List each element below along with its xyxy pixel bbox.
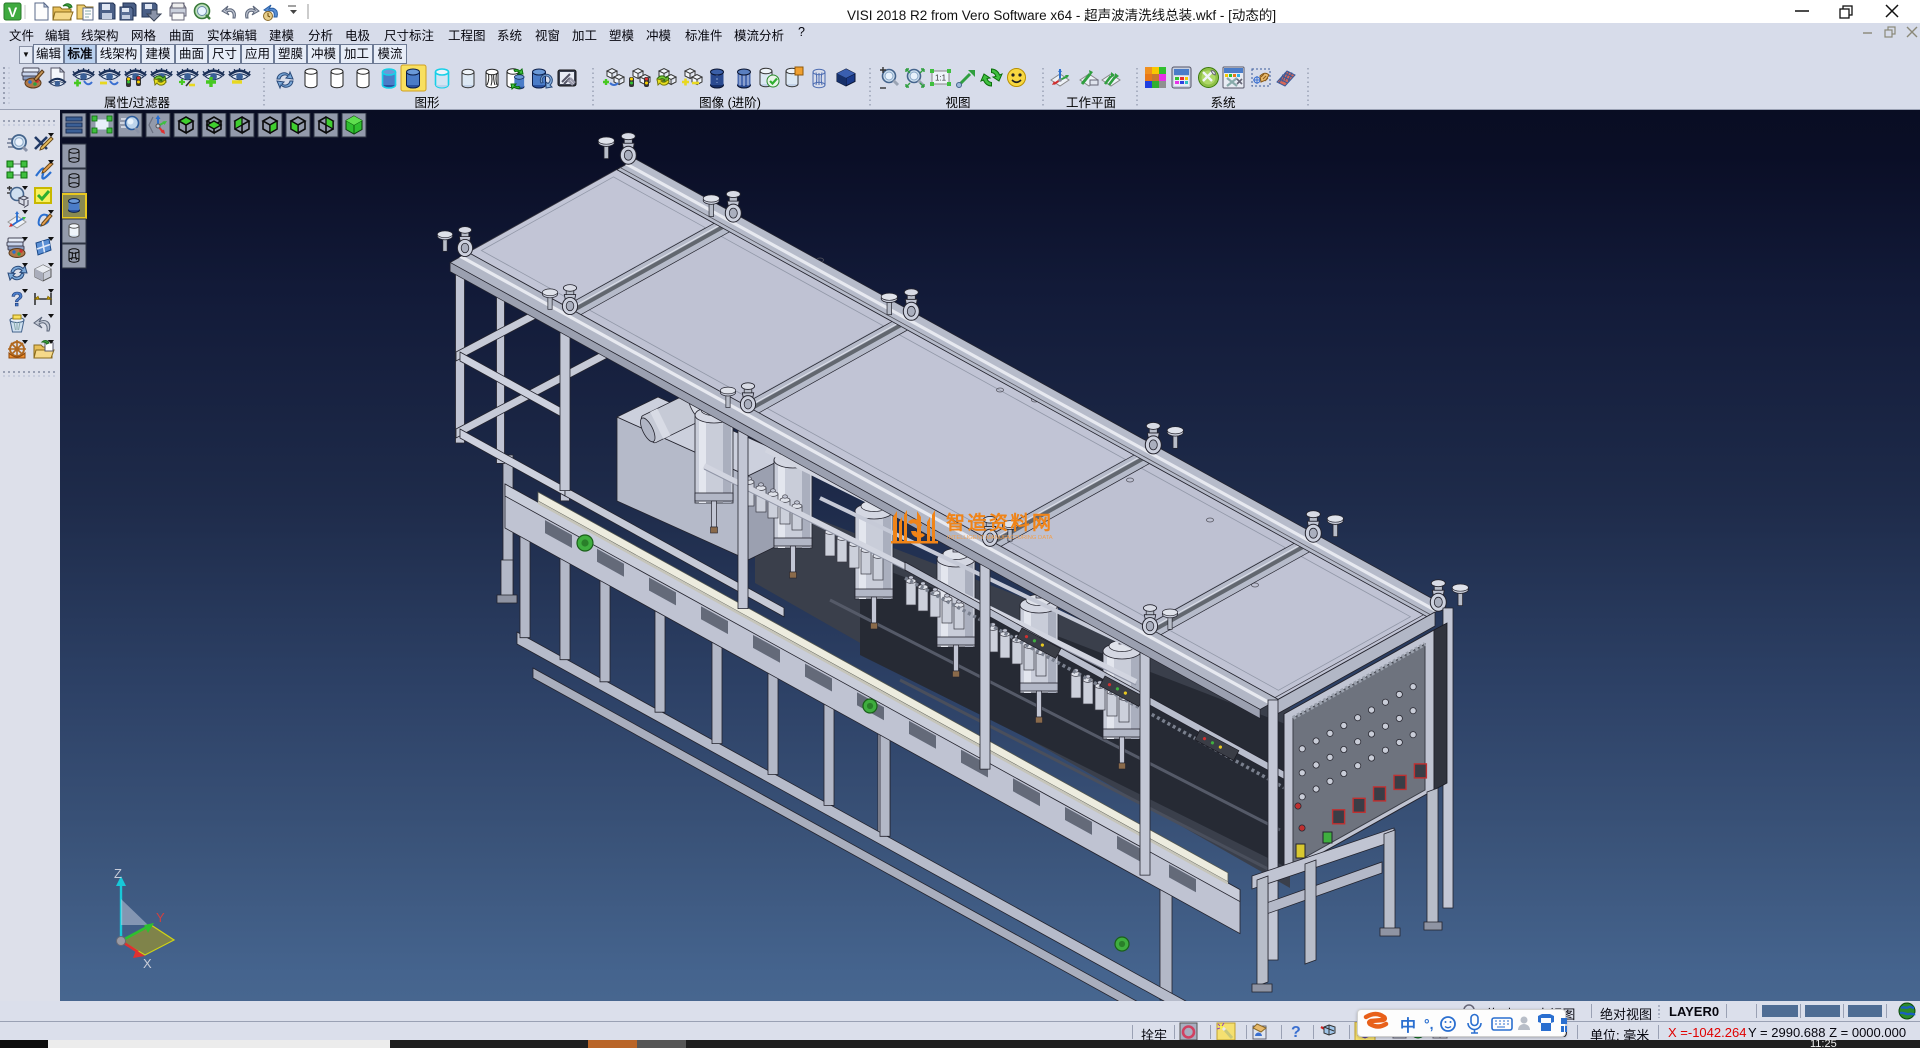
svg-text:°,: °,	[1424, 1016, 1434, 1032]
svg-text:INTELLIGENT MANUFACTURING DATA: INTELLIGENT MANUFACTURING DATA	[947, 535, 1053, 541]
svg-text:Z: Z	[114, 866, 122, 881]
svg-text:Y: Y	[156, 910, 165, 925]
svg-text:1:1: 1:1	[935, 74, 947, 83]
svg-text:X: X	[143, 956, 152, 971]
svg-text:智造资料网: 智造资料网	[946, 511, 1054, 534]
svg-text:中: 中	[1400, 1016, 1416, 1035]
svg-text:?: ?	[1291, 1024, 1301, 1041]
svg-text:V: V	[8, 4, 18, 20]
svg-text:?: ?	[11, 289, 23, 311]
